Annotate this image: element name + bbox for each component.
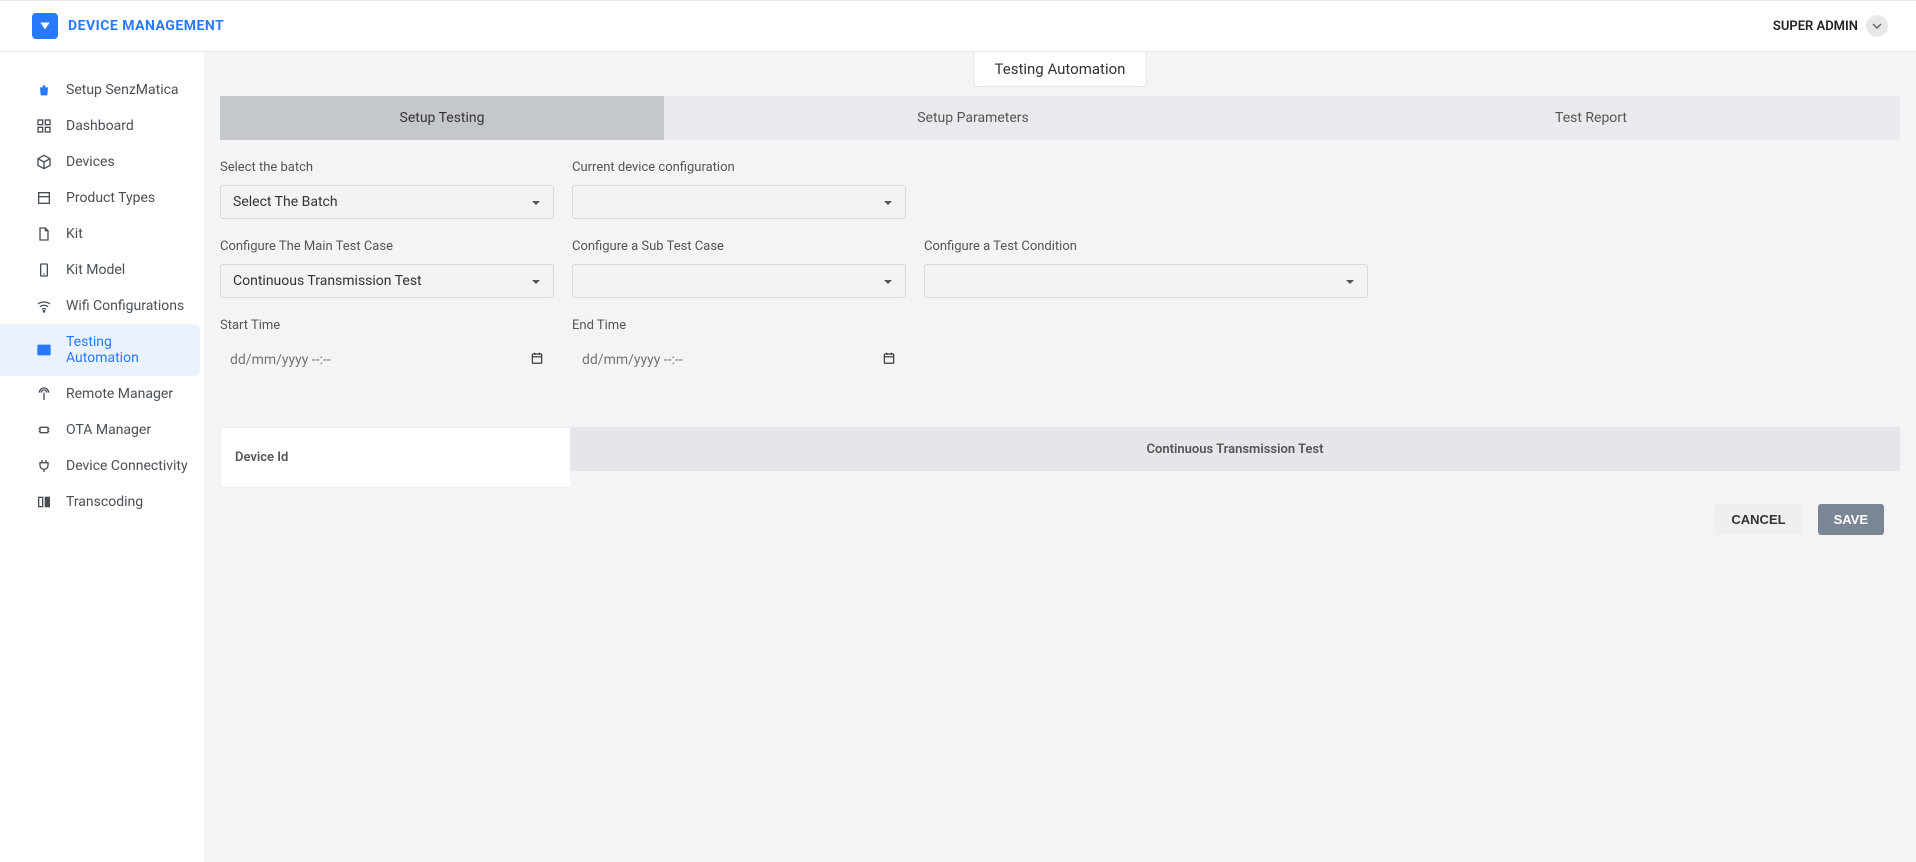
bag-icon [36, 82, 52, 98]
sidebar-item-device-connectivity[interactable]: Device Connectivity [0, 448, 204, 484]
sidebar-item-label: Dashboard [66, 118, 134, 134]
chevron-down-icon [883, 194, 893, 210]
breadcrumb: Testing Automation [974, 52, 1147, 87]
save-button[interactable]: SAVE [1818, 504, 1884, 535]
brand[interactable]: DEVICE MANAGEMENT [32, 13, 224, 39]
sidebar-item-label: Kit [66, 226, 83, 242]
sidebar-item-kit-model[interactable]: Kit Model [0, 252, 204, 288]
chevron-down-icon [1866, 15, 1888, 37]
tab-setup-parameters[interactable]: Setup Parameters [664, 96, 1282, 140]
chevron-down-icon [531, 194, 541, 210]
select-sub-test[interactable] [572, 264, 906, 298]
input-end-time[interactable] [582, 352, 882, 368]
sidebar-item-label: Device Connectivity [66, 458, 188, 474]
label-batch: Select the batch [220, 160, 554, 175]
chevron-down-icon [883, 273, 893, 289]
sidebar: Setup SenzMatica Dashboard Devices Produ… [0, 52, 204, 862]
col-test-name: Continuous Transmission Test [570, 427, 1900, 471]
antenna-icon [36, 386, 52, 402]
sidebar-item-label: Testing Automation [66, 334, 184, 366]
topbar: DEVICE MANAGEMENT SUPER ADMIN [0, 0, 1916, 52]
cube-icon [36, 154, 52, 170]
label-condition: Configure a Test Condition [924, 239, 1368, 254]
sidebar-item-label: Product Types [66, 190, 155, 206]
sidebar-item-kit[interactable]: Kit [0, 216, 204, 252]
table-header: Device Id Continuous Transmission Test [220, 427, 1900, 488]
tab-test-report[interactable]: Test Report [1282, 96, 1900, 140]
file-icon [36, 226, 52, 242]
brand-logo-icon [32, 13, 58, 39]
sidebar-item-label: OTA Manager [66, 422, 151, 438]
col-device-id: Device Id [220, 427, 570, 488]
select-batch[interactable]: Select The Batch [220, 185, 554, 219]
sidebar-item-remote-manager[interactable]: Remote Manager [0, 376, 204, 412]
box-icon [36, 190, 52, 206]
cancel-button[interactable]: CANCEL [1715, 504, 1801, 535]
select-device-config[interactable] [572, 185, 906, 219]
app-title: DEVICE MANAGEMENT [68, 18, 224, 34]
calendar-icon[interactable] [530, 351, 544, 369]
input-start-time[interactable] [230, 352, 530, 368]
sidebar-item-label: Kit Model [66, 262, 125, 278]
sidebar-item-ota-manager[interactable]: OTA Manager [0, 412, 204, 448]
select-main-test[interactable]: Continuous Transmission Test [220, 264, 554, 298]
form-area: Select the batch Select The Batch Curren… [204, 140, 1916, 417]
sidebar-item-label: Setup SenzMatica [66, 82, 179, 98]
sidebar-item-dashboard[interactable]: Dashboard [0, 108, 204, 144]
plug-icon [36, 458, 52, 474]
user-name: SUPER ADMIN [1773, 19, 1858, 34]
input-start-time-wrap [220, 343, 554, 377]
actions: CANCEL SAVE [204, 488, 1916, 551]
sidebar-item-wifi[interactable]: Wifi Configurations [0, 288, 204, 324]
input-end-time-wrap [572, 343, 906, 377]
label-device-config: Current device configuration [572, 160, 906, 175]
field-device-config: Current device configuration [572, 160, 906, 219]
grid-icon [36, 118, 52, 134]
wifi-icon [36, 298, 52, 314]
calendar-icon[interactable] [882, 351, 896, 369]
field-main-test: Configure The Main Test Case Continuous … [220, 239, 554, 298]
terminal-icon [36, 342, 52, 358]
tab-setup-testing[interactable]: Setup Testing [220, 96, 664, 140]
tabs: Setup Testing Setup Parameters Test Repo… [220, 96, 1900, 140]
sidebar-item-label: Devices [66, 154, 115, 170]
field-batch: Select the batch Select The Batch [220, 160, 554, 219]
content: Testing Automation Setup Testing Setup P… [204, 52, 1916, 862]
sidebar-item-setup-senzmatica[interactable]: Setup SenzMatica [0, 72, 204, 108]
user-menu[interactable]: SUPER ADMIN [1773, 15, 1888, 37]
sidebar-item-label: Transcoding [66, 494, 143, 510]
sidebar-item-devices[interactable]: Devices [0, 144, 204, 180]
sidebar-item-product-types[interactable]: Product Types [0, 180, 204, 216]
chip-icon [36, 422, 52, 438]
sidebar-item-label: Remote Manager [66, 386, 173, 402]
label-sub-test: Configure a Sub Test Case [572, 239, 906, 254]
label-start-time: Start Time [220, 318, 554, 333]
field-start-time: Start Time [220, 318, 554, 377]
select-main-test-value: Continuous Transmission Test [233, 273, 422, 289]
label-end-time: End Time [572, 318, 906, 333]
select-condition[interactable] [924, 264, 1368, 298]
sidebar-item-testing-automation[interactable]: Testing Automation [0, 324, 200, 376]
phone-icon [36, 262, 52, 278]
sidebar-item-transcoding[interactable]: Transcoding [0, 484, 204, 520]
field-condition: Configure a Test Condition [924, 239, 1368, 298]
sidebar-item-label: Wifi Configurations [66, 298, 184, 314]
chevron-down-icon [1345, 273, 1355, 289]
columns-icon [36, 494, 52, 510]
chevron-down-icon [531, 273, 541, 289]
select-batch-value: Select The Batch [233, 194, 338, 210]
field-end-time: End Time [572, 318, 906, 377]
label-main-test: Configure The Main Test Case [220, 239, 554, 254]
field-sub-test: Configure a Sub Test Case [572, 239, 906, 298]
